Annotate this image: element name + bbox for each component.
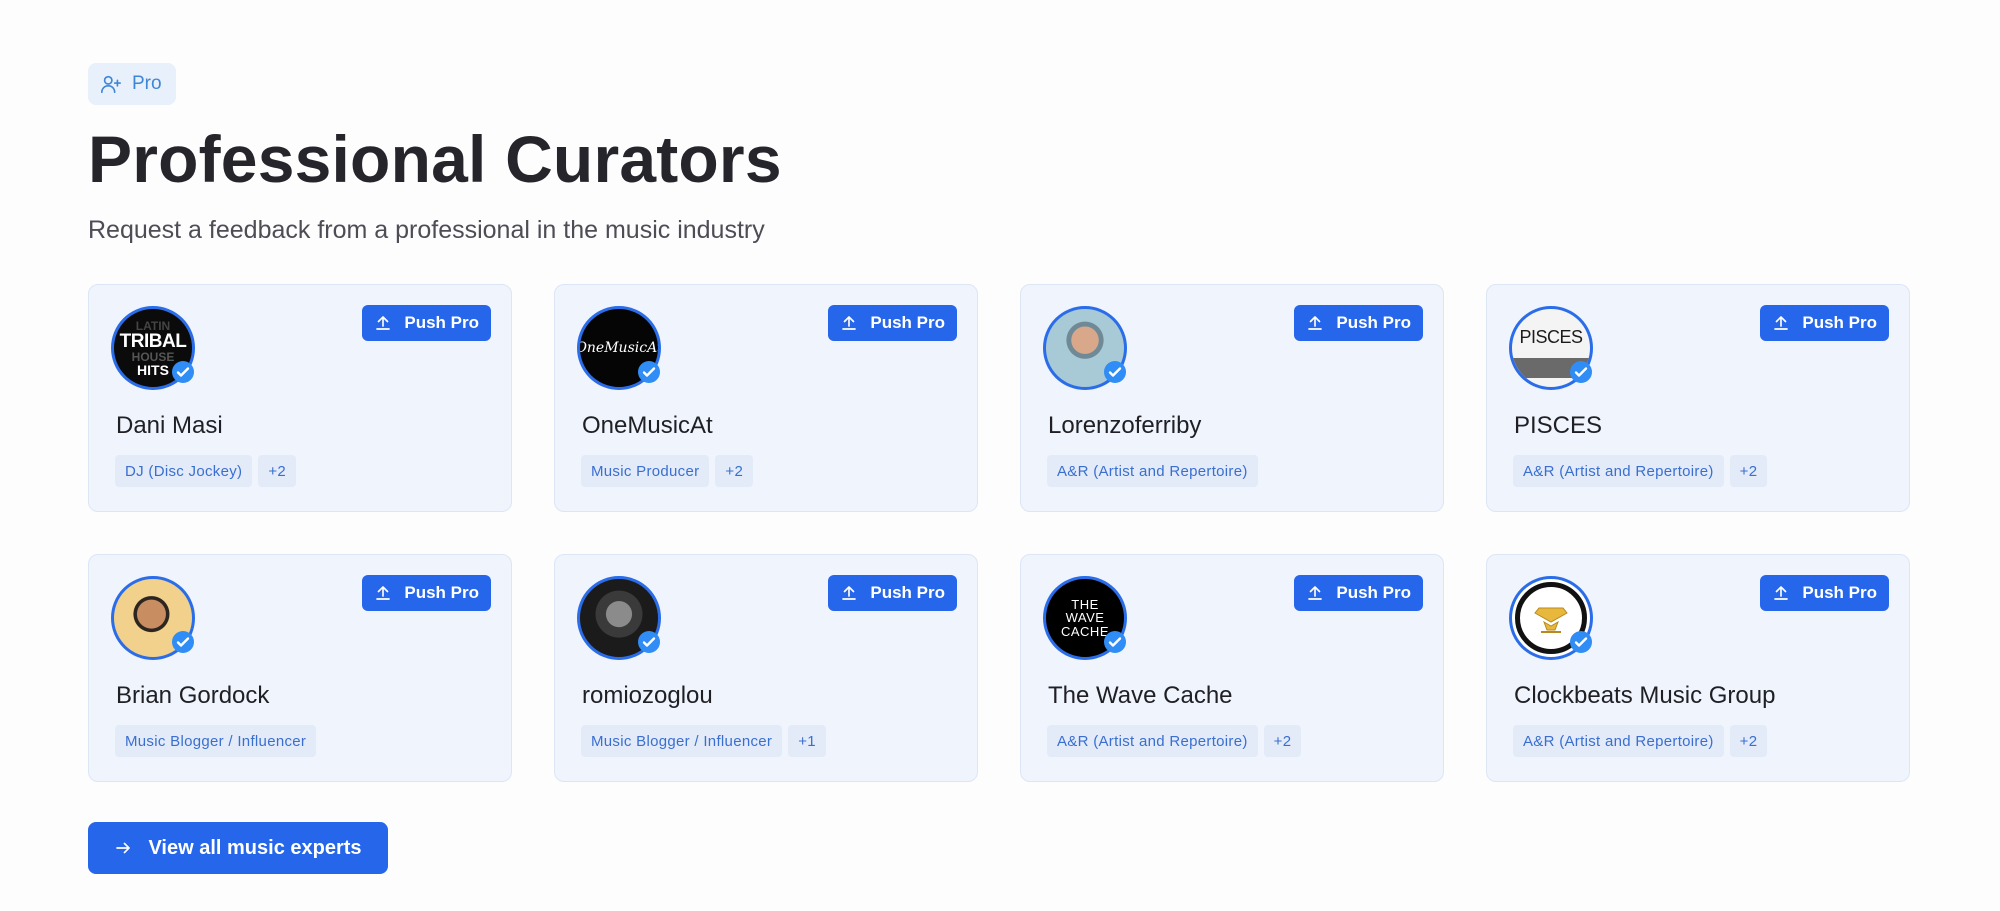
curator-card[interactable]: Push Pro Lorenzoferriby A&R (Artist and … [1020,284,1444,512]
role-tag: Music Blogger / Influencer [581,725,783,757]
push-pro-label: Push Pro [404,313,479,332]
push-pro-button[interactable]: Push Pro [362,575,491,611]
avatar [1043,306,1127,390]
arrow-right-icon [116,842,131,854]
role-tag: Music Blogger / Influencer [115,725,317,757]
curator-name: Lorenzoferriby [1048,412,1202,439]
tag-list: Music Blogger / Influencer [115,725,317,757]
verified-icon [638,631,660,653]
upload-icon [1774,586,1789,600]
avatar-text: OneMusicAt [577,340,661,356]
curator-grid: LATIN TRIBAL HOUSE HITS Push Pro Dani Ma… [88,284,1910,782]
verified-icon [638,361,660,383]
upload-icon [1308,586,1323,600]
avatar [1509,576,1593,660]
curator-card[interactable]: THE WAVE CACHE Push Pro The Wave Cache A… [1020,554,1444,782]
avatar-text: HITS [137,361,169,378]
page-subtitle: Request a feedback from a professional i… [88,216,765,244]
tag-list: A&R (Artist and Repertoire) +2 [1513,455,1768,487]
curator-name: Clockbeats Music Group [1514,682,1776,709]
tag-list: Music Producer +2 [581,455,754,487]
curator-card[interactable]: PISCES Push Pro PISCES A&R (Artist and R… [1486,284,1910,512]
push-pro-label: Push Pro [870,583,945,602]
pro-badge-label: Pro [132,73,162,94]
tag-list: Music Blogger / Influencer +1 [581,725,826,757]
tag-list: DJ (Disc Jockey) +2 [115,455,297,487]
curator-name: Dani Masi [116,412,223,439]
more-tags-count[interactable]: +2 [1729,455,1768,487]
push-pro-label: Push Pro [1336,583,1411,602]
view-all-experts-button[interactable]: View all music experts [88,822,388,874]
avatar-text: CACHE [1060,623,1109,639]
verified-icon [172,361,194,383]
push-pro-label: Push Pro [1336,313,1411,332]
avatar-text: WAVE [1065,610,1105,626]
curator-card[interactable]: LATIN TRIBAL HOUSE HITS Push Pro Dani Ma… [88,284,512,512]
avatar [577,576,661,660]
curator-card[interactable]: Push Pro Brian Gordock Music Blogger / I… [88,554,512,782]
more-tags-count[interactable]: +2 [715,455,754,487]
tag-list: A&R (Artist and Repertoire) +2 [1513,725,1768,757]
more-tags-count[interactable]: +2 [1729,725,1768,757]
upload-icon [376,316,391,330]
curator-name: Brian Gordock [116,682,270,709]
user-plus-icon [101,75,121,94]
tag-list: A&R (Artist and Repertoire) +2 [1047,725,1302,757]
curator-name: The Wave Cache [1048,682,1233,709]
curator-name: OneMusicAt [582,412,713,439]
verified-icon [1104,631,1126,653]
upload-icon [376,586,391,600]
page-title: Professional Curators [88,122,782,196]
role-tag: A&R (Artist and Repertoire) [1047,725,1258,757]
push-pro-button[interactable]: Push Pro [1760,305,1889,341]
push-pro-button[interactable]: Push Pro [828,575,957,611]
upload-icon [842,586,857,600]
avatar-text: HOUSE [131,349,175,364]
avatar-text: THE [1071,596,1099,612]
diamond-hourglass-icon [1534,607,1568,633]
push-pro-button[interactable]: Push Pro [1294,575,1423,611]
push-pro-button[interactable]: Push Pro [1294,305,1423,341]
view-all-label: View all music experts [148,836,362,859]
role-tag: A&R (Artist and Repertoire) [1513,455,1724,487]
push-pro-label: Push Pro [1802,313,1877,332]
push-pro-label: Push Pro [870,313,945,332]
upload-icon [1308,316,1323,330]
verified-icon [1570,361,1592,383]
avatar: PISCES [1509,306,1593,390]
push-pro-button[interactable]: Push Pro [1760,575,1889,611]
more-tags-count[interactable]: +1 [788,725,826,757]
curator-name: PISCES [1514,412,1603,439]
more-tags-count[interactable]: +2 [1263,725,1302,757]
curators-section: Pro Professional Curators Request a feed… [88,63,1910,782]
role-tag: Music Producer [581,455,710,487]
avatar: OneMusicAt [577,306,661,390]
role-tag: A&R (Artist and Repertoire) [1047,455,1258,487]
verified-icon [1570,631,1592,653]
role-tag: DJ (Disc Jockey) [115,455,253,487]
push-pro-label: Push Pro [404,583,479,602]
curator-card[interactable]: Push Pro Clockbeats Music Group A&R (Art… [1486,554,1910,782]
role-tag: A&R (Artist and Repertoire) [1513,725,1724,757]
push-pro-button[interactable]: Push Pro [828,305,957,341]
avatar: LATIN TRIBAL HOUSE HITS [111,306,195,390]
verified-icon [1104,361,1126,383]
upload-icon [842,316,857,330]
avatar-text: LATIN [135,318,171,333]
avatar-text: PISCES [1519,326,1583,347]
avatar [111,576,195,660]
push-pro-button[interactable]: Push Pro [362,305,491,341]
curator-name: romiozoglou [582,682,713,709]
avatar: THE WAVE CACHE [1043,576,1127,660]
push-pro-label: Push Pro [1802,583,1877,602]
upload-icon [1774,316,1789,330]
curator-card[interactable]: Push Pro romiozoglou Music Blogger / Inf… [554,554,978,782]
verified-icon [172,631,194,653]
avatar-text: TRIBAL [119,330,187,352]
pro-badge: Pro [88,63,176,105]
curator-card[interactable]: OneMusicAt Push Pro OneMusicAt Music Pro… [554,284,978,512]
more-tags-count[interactable]: +2 [258,455,297,487]
tag-list: A&R (Artist and Repertoire) [1047,455,1258,487]
